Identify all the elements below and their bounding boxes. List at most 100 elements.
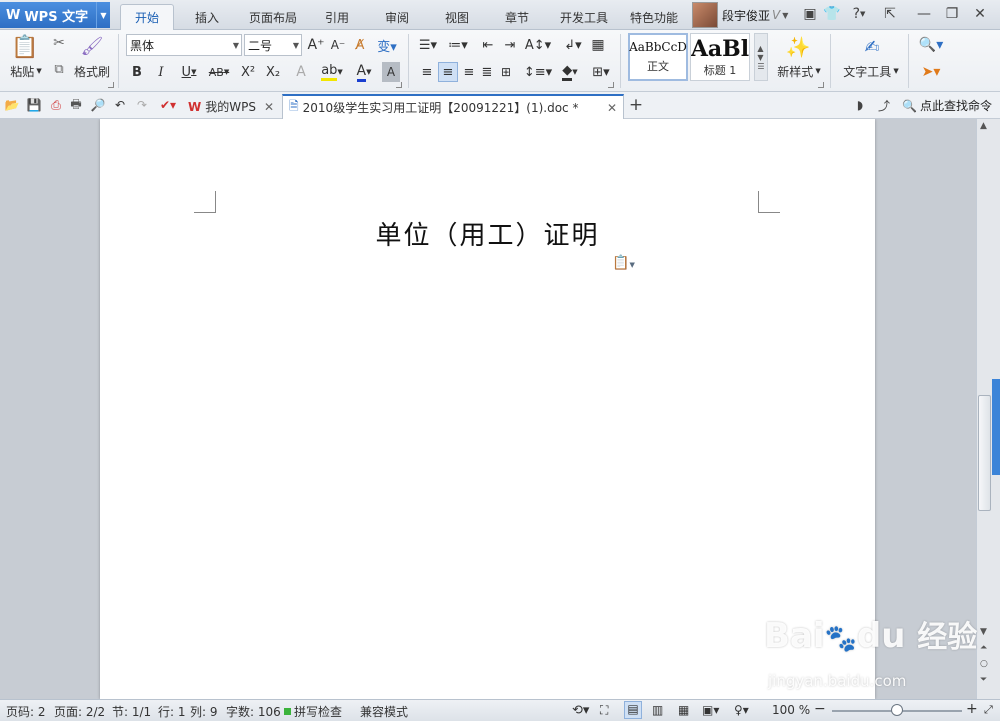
document-title[interactable]: 单位（用工）证明: [100, 215, 875, 252]
print-icon[interactable]: 🖶: [68, 97, 84, 113]
app-menu-button[interactable]: W WPS 文字 ▼: [0, 2, 110, 28]
dialog-launcher-icon[interactable]: [108, 82, 114, 88]
paste-options-icon[interactable]: 📋▼: [612, 255, 635, 271]
pin-ribbon-icon[interactable]: ⇱: [880, 4, 900, 24]
tab-references[interactable]: 引用: [314, 4, 360, 30]
status-pages[interactable]: 页面: 2/2: [54, 703, 105, 720]
superscript-button[interactable]: X²: [238, 62, 258, 82]
align-center-icon[interactable]: ≡: [438, 62, 458, 82]
status-page-no[interactable]: 页码: 2: [6, 703, 46, 720]
skin-icon[interactable]: ▣: [800, 4, 820, 24]
dialog-launcher-icon[interactable]: [608, 82, 614, 88]
document-page[interactable]: 单位（用工）证明 📋▼: [100, 119, 875, 699]
numbering-icon[interactable]: ≔▾: [444, 35, 472, 55]
save-icon[interactable]: 💾: [26, 97, 42, 113]
cut-icon[interactable]: ✂: [50, 34, 68, 52]
avatar[interactable]: [692, 2, 718, 28]
paste-button[interactable]: 粘贴 ▼: [4, 62, 48, 80]
phonetic-icon[interactable]: 变▾: [374, 35, 400, 55]
char-shading-icon[interactable]: A: [382, 62, 400, 82]
justify-icon[interactable]: ≣: [478, 62, 496, 82]
close-icon[interactable]: ✕: [970, 4, 990, 24]
eye-protection-icon[interactable]: ♀▾: [734, 703, 749, 717]
status-section[interactable]: 节: 1/1: [112, 703, 151, 720]
doc-status-icon[interactable]: ◗: [852, 97, 868, 113]
dialog-launcher-icon[interactable]: [818, 82, 824, 88]
reading-view-icon[interactable]: ▦: [678, 703, 689, 717]
text-effect-icon[interactable]: A: [292, 62, 310, 82]
tab-page-layout[interactable]: 页面布局: [242, 4, 304, 30]
format-painter-button[interactable]: 格式刷: [70, 62, 114, 80]
tab-chapter[interactable]: 章节: [494, 4, 540, 30]
find-replace-icon[interactable]: 🔍▾: [916, 35, 946, 55]
status-col[interactable]: 列: 9: [190, 703, 218, 720]
help-icon[interactable]: ? ▼: [846, 4, 872, 24]
zoom-out-icon[interactable]: −: [814, 701, 826, 717]
decrease-indent-icon[interactable]: ⇤: [478, 35, 498, 55]
align-right-icon[interactable]: ≡: [460, 62, 478, 82]
spell-check-toggle[interactable]: 拼写检查: [284, 703, 342, 720]
zoom-slider-thumb[interactable]: [891, 704, 903, 716]
new-style-button[interactable]: 新样式 ▼: [774, 62, 824, 80]
undo-icon[interactable]: ↶: [112, 97, 128, 113]
new-tab-button[interactable]: +: [628, 95, 644, 115]
minimize-icon[interactable]: —: [914, 4, 934, 24]
new-style-icon[interactable]: ✨: [784, 34, 812, 60]
text-tools-button[interactable]: 文字工具 ▼: [840, 62, 902, 80]
zoom-level[interactable]: 100 %: [772, 703, 810, 717]
underline-button[interactable]: U ▼: [176, 62, 202, 82]
page-view-icon[interactable]: ▤: [624, 701, 642, 719]
italic-button[interactable]: I: [152, 62, 170, 82]
backup-icon[interactable]: ⟲▾: [572, 703, 589, 718]
tab-review[interactable]: 审阅: [374, 4, 420, 30]
share-icon[interactable]: ⤴: [876, 97, 892, 113]
style-heading-1[interactable]: AaBl 标题 1: [690, 33, 750, 81]
print-preview-icon[interactable]: 🔎: [90, 97, 106, 113]
fullscreen-icon[interactable]: ⛶: [600, 703, 608, 718]
clear-format-icon[interactable]: A̸: [350, 35, 370, 55]
font-family-select[interactable]: 黑体 ▼: [126, 34, 242, 56]
increase-indent-icon[interactable]: ⇥: [500, 35, 520, 55]
grow-font-icon[interactable]: A⁺: [306, 35, 326, 55]
tab-my-wps[interactable]: W 我的WPS ✕: [182, 94, 280, 119]
paragraph-shading-icon[interactable]: ◆ ▼: [556, 62, 584, 82]
export-pdf-icon[interactable]: ⎙: [48, 97, 64, 113]
redo-icon[interactable]: ↷: [134, 97, 150, 113]
paste-icon[interactable]: 📋: [10, 34, 40, 60]
tab-special[interactable]: 特色功能: [624, 4, 684, 30]
status-row[interactable]: 行: 1: [158, 703, 186, 720]
table-grid-icon[interactable]: ▦: [588, 35, 608, 55]
char-spacing-icon[interactable]: A↕▾: [524, 35, 552, 55]
scroll-up-icon[interactable]: ▲: [980, 121, 987, 131]
tab-developer[interactable]: 开发工具: [554, 4, 614, 30]
chevron-down-icon[interactable]: ▼: [782, 11, 788, 20]
close-tab-icon[interactable]: ✕: [607, 101, 617, 115]
tab-view[interactable]: 视图: [434, 4, 480, 30]
customize-icon[interactable]: ✔▾: [160, 97, 176, 113]
bullets-icon[interactable]: ☰▾: [414, 35, 442, 55]
subscript-button[interactable]: X₂: [262, 62, 284, 82]
web-view-icon[interactable]: ▣▾: [702, 703, 719, 717]
styles-scroll[interactable]: ▲ ▼ ☰: [754, 33, 768, 81]
tab-document[interactable]: 🗎 2010级学生实习用工证明【20091221】(1).doc * ✕: [282, 94, 624, 119]
distribute-icon[interactable]: ⊞: [496, 62, 516, 82]
restore-icon[interactable]: ❐: [942, 4, 962, 24]
font-color-icon[interactable]: A ▼: [350, 62, 378, 82]
strikethrough-button[interactable]: AB ▼: [204, 62, 234, 82]
style-normal[interactable]: AaBbCcD 正文: [628, 33, 688, 81]
command-search[interactable]: 🔍 点此查找命令: [902, 97, 992, 114]
text-tools-icon[interactable]: ✍: [858, 34, 886, 60]
scroll-thumb[interactable]: [978, 395, 991, 511]
bold-button[interactable]: B: [128, 62, 146, 82]
select-icon[interactable]: ➤▾: [916, 62, 946, 82]
chevron-down-icon[interactable]: ▼: [96, 2, 110, 28]
line-spacing-icon[interactable]: ↕≡▾: [524, 62, 552, 82]
dialog-launcher-icon[interactable]: [396, 82, 402, 88]
shirt-icon[interactable]: 👕: [822, 4, 842, 24]
tab-start[interactable]: 开始: [120, 4, 174, 30]
zoom-in-icon[interactable]: +: [966, 701, 978, 717]
font-size-select[interactable]: 二号 ▼: [244, 34, 302, 56]
borders-icon[interactable]: ⊞▾: [588, 62, 614, 82]
task-pane-handle[interactable]: [992, 379, 1000, 475]
highlight-icon[interactable]: ab ▼: [318, 62, 346, 82]
